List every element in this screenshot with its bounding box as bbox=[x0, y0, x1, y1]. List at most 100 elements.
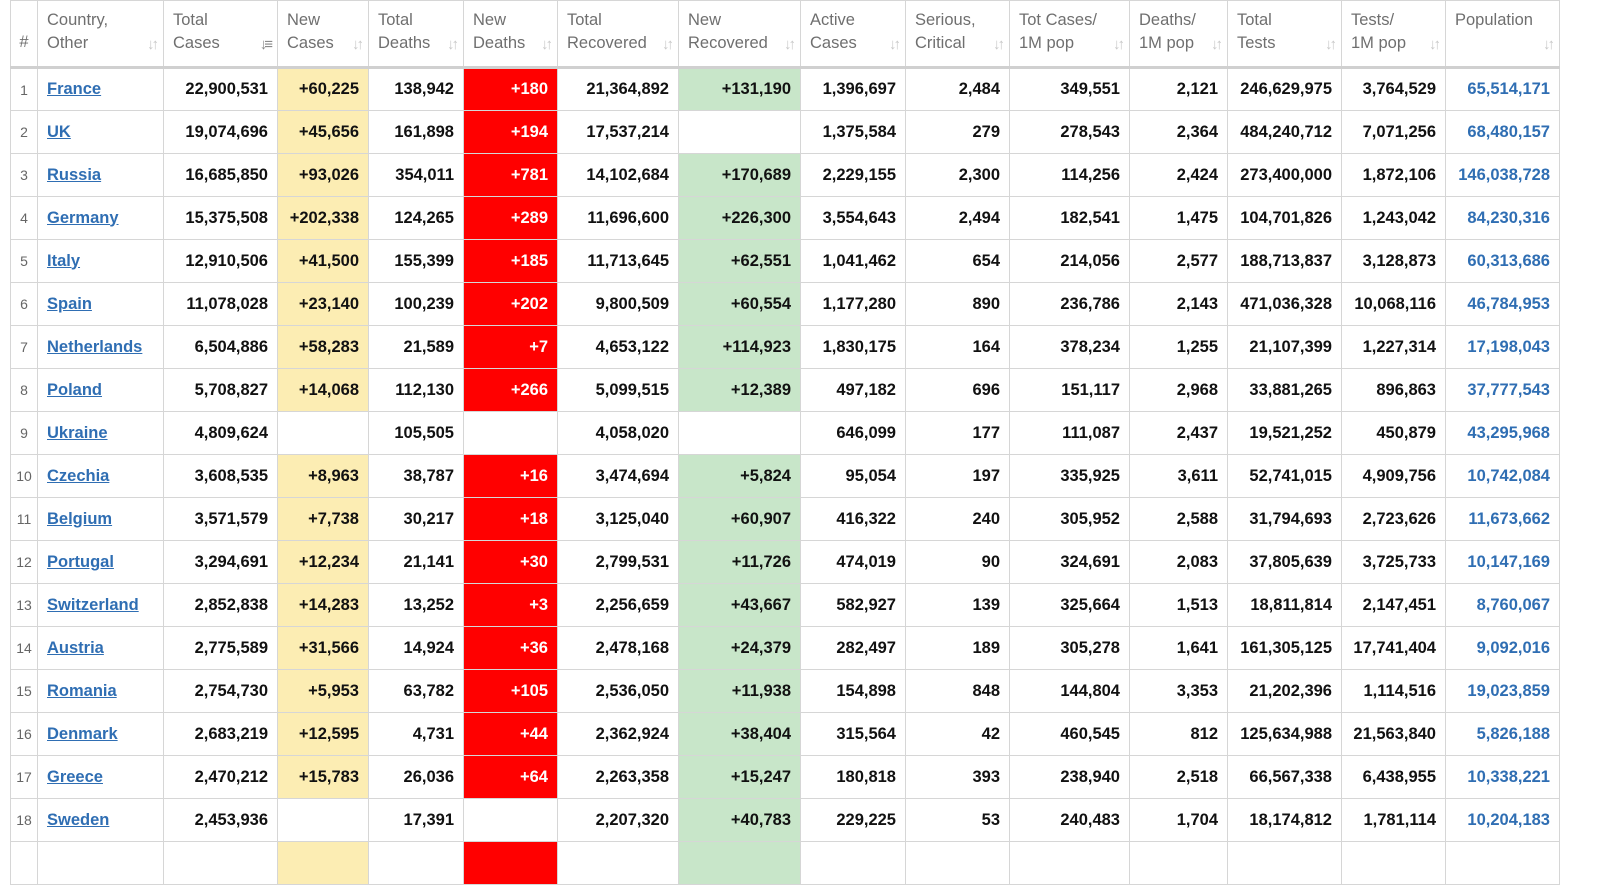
cell-total-recovered: 4,653,122 bbox=[557, 325, 679, 369]
column-header-total-cases[interactable]: Total Cases ↓≡ bbox=[163, 0, 278, 69]
column-header-active-cases[interactable]: Active Cases ↓↑ bbox=[800, 0, 906, 69]
country-link[interactable]: Poland bbox=[47, 381, 102, 399]
sort-icon[interactable]: ↓↑ bbox=[1429, 33, 1441, 56]
column-header-country[interactable]: Country, Other ↓↑ bbox=[37, 0, 164, 69]
cell-country: Romania bbox=[37, 669, 164, 713]
cell-tot-cases-1m: 460,545 bbox=[1009, 712, 1130, 756]
cell-tot-cases-1m: 305,278 bbox=[1009, 626, 1130, 670]
column-header-num[interactable]: # bbox=[10, 0, 38, 69]
cell-tests-1m: 17,741,404 bbox=[1341, 626, 1446, 670]
country-link[interactable]: UK bbox=[47, 123, 71, 141]
sort-icon[interactable]: ↓↑ bbox=[1543, 33, 1555, 56]
country-link[interactable]: Romania bbox=[47, 682, 117, 700]
cell-population: 10,204,183 bbox=[1445, 798, 1560, 842]
cell-total-deaths: 21,589 bbox=[368, 325, 464, 369]
cell-total-cases: 4,809,624 bbox=[163, 411, 278, 455]
cell-active-cases: 282,497 bbox=[800, 626, 906, 670]
cell-total-deaths: 21,141 bbox=[368, 540, 464, 584]
column-header-total-recovered[interactable]: Total Recovered ↓↑ bbox=[557, 0, 679, 69]
country-link[interactable]: Austria bbox=[47, 639, 104, 657]
sort-icon[interactable]: ↓↑ bbox=[447, 33, 459, 56]
cell-tests-1m: 10,068,116 bbox=[1341, 282, 1446, 326]
country-link[interactable]: Greece bbox=[47, 768, 103, 786]
cell-deaths-1m: 1,704 bbox=[1129, 798, 1228, 842]
column-header-total-deaths[interactable]: Total Deaths ↓↑ bbox=[368, 0, 464, 69]
cell-new-recovered bbox=[678, 110, 801, 154]
sort-icon[interactable]: ↓↑ bbox=[889, 33, 901, 56]
cell-active-cases: 1,830,175 bbox=[800, 325, 906, 369]
country-link[interactable]: Netherlands bbox=[47, 338, 142, 356]
column-header-new-deaths[interactable]: New Deaths ↓↑ bbox=[463, 0, 558, 69]
cell-new-recovered: +43,667 bbox=[678, 583, 801, 627]
sort-icon[interactable]: ↓↑ bbox=[1211, 33, 1223, 56]
cell-new-deaths: +30 bbox=[463, 540, 558, 584]
cell-tests-1m: 1,114,516 bbox=[1341, 669, 1446, 713]
country-link[interactable]: Portugal bbox=[47, 553, 114, 571]
table-row: 2 UK 19,074,696 +45,656 161,898 +194 17,537,21… bbox=[10, 110, 1560, 154]
column-header-total-tests[interactable]: Total Tests ↓↑ bbox=[1227, 0, 1342, 69]
column-header-deaths-1m[interactable]: Deaths/1M pop ↓↑ bbox=[1129, 0, 1228, 69]
table-row: 4 Germany 15,375,508 +202,338 124,265 +289 11,… bbox=[10, 196, 1560, 240]
country-link[interactable]: Russia bbox=[47, 166, 101, 184]
cell-new-recovered: +11,726 bbox=[678, 540, 801, 584]
cell-country bbox=[37, 841, 164, 885]
header-label-line: Recovered bbox=[688, 34, 768, 52]
cell-total-recovered: 21,364,892 bbox=[557, 67, 679, 111]
sort-icon[interactable]: ↓↑ bbox=[541, 33, 553, 56]
cell-total-tests: 37,805,639 bbox=[1227, 540, 1342, 584]
country-link[interactable]: Italy bbox=[47, 252, 80, 270]
cell-num: 18 bbox=[10, 798, 38, 842]
column-header-tot-cases-1m[interactable]: Tot Cases/1M pop ↓↑ bbox=[1009, 0, 1130, 69]
cell-serious-critical: 2,484 bbox=[905, 67, 1010, 111]
cell-new-recovered: +24,379 bbox=[678, 626, 801, 670]
sort-icon[interactable]: ↓↑ bbox=[1113, 33, 1125, 56]
cell-new-recovered: +5,824 bbox=[678, 454, 801, 498]
cell-new-recovered: +15,247 bbox=[678, 755, 801, 799]
column-header-new-recovered[interactable]: New Recovered ↓↑ bbox=[678, 0, 801, 69]
country-link[interactable]: Germany bbox=[47, 209, 119, 227]
cell-num: 16 bbox=[10, 712, 38, 756]
country-link[interactable]: Sweden bbox=[47, 811, 109, 829]
country-link[interactable]: Czechia bbox=[47, 467, 109, 485]
cell-serious-critical: 654 bbox=[905, 239, 1010, 283]
country-link[interactable]: Ukraine bbox=[47, 424, 108, 442]
sort-desc-icon[interactable]: ↓≡ bbox=[260, 33, 273, 56]
cell-total-tests: 31,794,693 bbox=[1227, 497, 1342, 541]
country-link[interactable]: France bbox=[47, 80, 101, 98]
table-row: 1 France 22,900,531 +60,225 138,942 +180 21,36… bbox=[10, 67, 1560, 111]
cell-tests-1m: 6,438,955 bbox=[1341, 755, 1446, 799]
sort-icon[interactable]: ↓↑ bbox=[662, 33, 674, 56]
cell-tot-cases-1m: 238,940 bbox=[1009, 755, 1130, 799]
country-link[interactable]: Denmark bbox=[47, 725, 118, 743]
country-link[interactable]: Switzerland bbox=[47, 596, 139, 614]
country-link[interactable]: Belgium bbox=[47, 510, 112, 528]
column-header-population[interactable]: Population ↓↑ bbox=[1445, 0, 1560, 69]
sort-icon[interactable]: ↓↑ bbox=[147, 33, 159, 56]
cell-total-tests bbox=[1227, 841, 1342, 885]
cell-total-deaths: 30,217 bbox=[368, 497, 464, 541]
cell-total-recovered: 17,537,214 bbox=[557, 110, 679, 154]
header-label-line: Cases bbox=[287, 34, 334, 52]
column-header-new-cases[interactable]: New Cases ↓↑ bbox=[277, 0, 369, 69]
country-link[interactable]: Spain bbox=[47, 295, 92, 313]
cell-tests-1m: 4,909,756 bbox=[1341, 454, 1446, 498]
cell-new-deaths: +16 bbox=[463, 454, 558, 498]
cell-num bbox=[10, 841, 38, 885]
cell-country: Portugal bbox=[37, 540, 164, 584]
cell-total-deaths bbox=[368, 841, 464, 885]
sort-icon[interactable]: ↓↑ bbox=[1325, 33, 1337, 56]
column-header-tests-1m[interactable]: Tests/1M pop ↓↑ bbox=[1341, 0, 1446, 69]
cell-total-cases: 15,375,508 bbox=[163, 196, 278, 240]
cell-total-deaths: 38,787 bbox=[368, 454, 464, 498]
sort-icon[interactable]: ↓↑ bbox=[352, 33, 364, 56]
cell-serious-critical: 139 bbox=[905, 583, 1010, 627]
cell-new-cases: +23,140 bbox=[277, 282, 369, 326]
cell-deaths-1m: 3,353 bbox=[1129, 669, 1228, 713]
sort-icon[interactable]: ↓↑ bbox=[784, 33, 796, 56]
sort-icon[interactable]: ↓↑ bbox=[993, 33, 1005, 56]
cell-total-deaths: 354,011 bbox=[368, 153, 464, 197]
cell-total-recovered: 2,362,924 bbox=[557, 712, 679, 756]
column-header-serious-critical[interactable]: Serious, Critical ↓↑ bbox=[905, 0, 1010, 69]
cell-country: France bbox=[37, 67, 164, 111]
header-label-line: 1M pop bbox=[1139, 34, 1195, 52]
